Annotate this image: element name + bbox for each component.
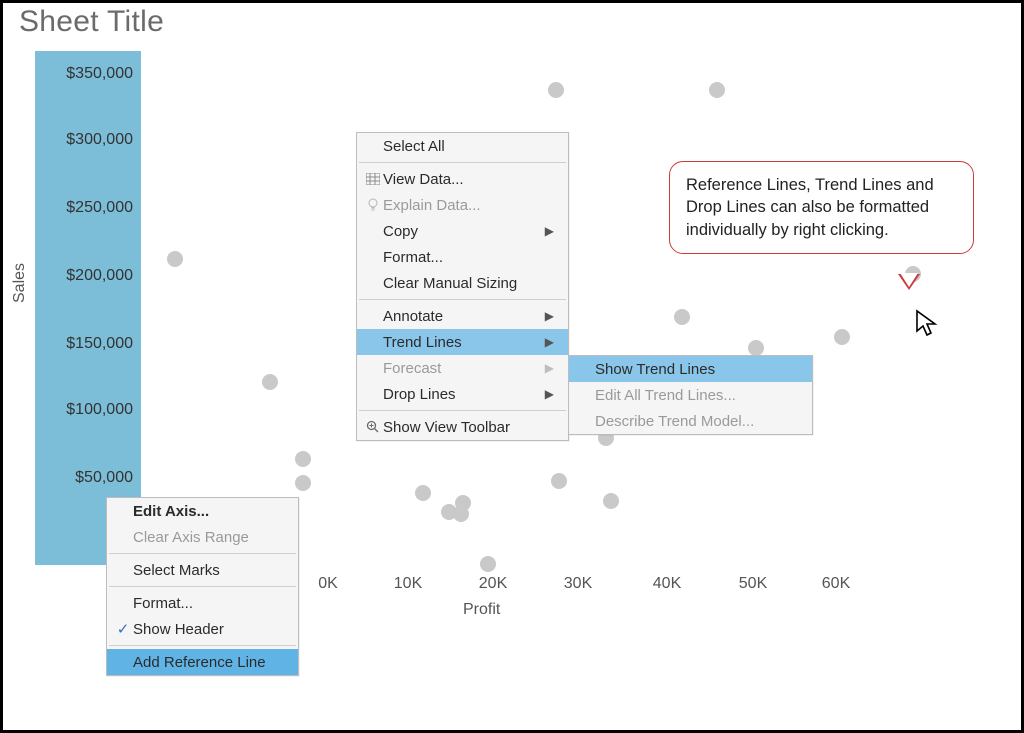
y-axis-label[interactable]: Sales: [11, 263, 29, 303]
magnifier-icon: [363, 420, 383, 434]
y-tick: $50,000: [75, 469, 133, 487]
x-tick: 50K: [739, 575, 767, 593]
menu-item-format[interactable]: Format...: [357, 244, 568, 270]
menu-label: Format...: [383, 249, 554, 266]
menu-label: Show Trend Lines: [595, 361, 798, 378]
menu-item-select-all[interactable]: Select All: [357, 133, 568, 159]
menu-label: Annotate: [383, 308, 545, 325]
data-point[interactable]: [167, 251, 183, 267]
menu-label: Trend Lines: [383, 334, 545, 351]
menu-label: Edit Axis...: [133, 503, 284, 520]
menu-item-select-marks[interactable]: Select Marks: [107, 557, 298, 583]
data-point[interactable]: [262, 374, 278, 390]
table-icon: [363, 173, 383, 185]
x-tick: 30K: [564, 575, 592, 593]
x-axis-label[interactable]: Profit: [463, 601, 500, 619]
menu-label: Explain Data...: [383, 197, 554, 214]
menu-item-show-trend-lines[interactable]: Show Trend Lines: [569, 356, 812, 382]
menu-item-view-data[interactable]: View Data...: [357, 166, 568, 192]
menu-item-trend-lines[interactable]: Trend Lines ▶: [357, 329, 568, 355]
sheet-title[interactable]: Sheet Title: [19, 5, 164, 39]
menu-separator: [359, 299, 566, 300]
menu-label: Select Marks: [133, 562, 284, 579]
x-tick: 0K: [318, 575, 338, 593]
y-tick: $250,000: [66, 199, 133, 217]
submenu-arrow-icon: ▶: [545, 361, 554, 375]
menu-item-explain-data: Explain Data...: [357, 192, 568, 218]
menu-item-drop-lines[interactable]: Drop Lines ▶: [357, 381, 568, 407]
menu-separator: [109, 553, 296, 554]
menu-item-add-reference-line[interactable]: Add Reference Line: [107, 649, 298, 675]
submenu-arrow-icon: ▶: [545, 309, 554, 323]
cursor-icon: [915, 309, 939, 337]
check-icon: ✓: [113, 620, 133, 638]
menu-item-copy[interactable]: Copy ▶: [357, 218, 568, 244]
lightbulb-icon: [363, 198, 383, 212]
y-tick: $150,000: [66, 335, 133, 353]
data-point[interactable]: [709, 82, 725, 98]
x-tick: 10K: [394, 575, 422, 593]
menu-label: Edit All Trend Lines...: [595, 387, 798, 404]
callout-tooltip: Reference Lines, Trend Lines and Drop Li…: [669, 161, 974, 254]
menu-item-format-axis[interactable]: Format...: [107, 590, 298, 616]
menu-item-show-view-toolbar[interactable]: Show View Toolbar: [357, 414, 568, 440]
menu-item-edit-axis[interactable]: Edit Axis...: [107, 498, 298, 524]
data-point[interactable]: [415, 485, 431, 501]
y-tick: $200,000: [66, 267, 133, 285]
menu-label: Show View Toolbar: [383, 419, 554, 436]
x-tick: 60K: [822, 575, 850, 593]
data-point[interactable]: [834, 329, 850, 345]
data-point[interactable]: [295, 475, 311, 491]
y-axis[interactable]: $350,000 $300,000 $250,000 $200,000 $150…: [35, 51, 141, 565]
menu-label: Forecast: [383, 360, 545, 377]
menu-label: View Data...: [383, 171, 554, 188]
trend-lines-submenu: Show Trend Lines Edit All Trend Lines...…: [568, 355, 813, 435]
x-tick: 40K: [653, 575, 681, 593]
menu-label: Drop Lines: [383, 386, 545, 403]
data-point[interactable]: [748, 340, 764, 356]
menu-item-clear-axis-range: Clear Axis Range: [107, 524, 298, 550]
axis-context-menu: Edit Axis... Clear Axis Range Select Mar…: [106, 497, 299, 676]
x-tick: 20K: [479, 575, 507, 593]
data-point[interactable]: [674, 309, 690, 325]
data-point[interactable]: [480, 556, 496, 572]
menu-item-show-header[interactable]: ✓ Show Header: [107, 616, 298, 642]
context-menu: Select All View Data... Explain Data... …: [356, 132, 569, 441]
menu-label: Describe Trend Model...: [595, 413, 798, 430]
menu-separator: [359, 410, 566, 411]
y-tick: $350,000: [66, 65, 133, 83]
menu-label: Clear Manual Sizing: [383, 275, 554, 292]
submenu-arrow-icon: ▶: [545, 387, 554, 401]
menu-label: Format...: [133, 595, 284, 612]
menu-label: Clear Axis Range: [133, 529, 284, 546]
submenu-arrow-icon: ▶: [545, 224, 554, 238]
data-point[interactable]: [548, 82, 564, 98]
menu-label: Copy: [383, 223, 545, 240]
menu-item-clear-manual-sizing[interactable]: Clear Manual Sizing: [357, 270, 568, 296]
menu-separator: [359, 162, 566, 163]
menu-separator: [109, 586, 296, 587]
data-point[interactable]: [603, 493, 619, 509]
data-point[interactable]: [295, 451, 311, 467]
y-tick: $300,000: [66, 131, 133, 149]
y-tick: $100,000: [66, 401, 133, 419]
menu-label: Show Header: [133, 621, 284, 638]
submenu-arrow-icon: ▶: [545, 335, 554, 349]
menu-item-annotate[interactable]: Annotate ▶: [357, 303, 568, 329]
menu-separator: [109, 645, 296, 646]
menu-label: Select All: [383, 138, 554, 155]
menu-item-describe-trend-model: Describe Trend Model...: [569, 408, 812, 434]
data-point[interactable]: [551, 473, 567, 489]
data-point[interactable]: [453, 506, 469, 522]
menu-label: Add Reference Line: [133, 654, 284, 671]
menu-item-edit-all-trend-lines: Edit All Trend Lines...: [569, 382, 812, 408]
menu-item-forecast: Forecast ▶: [357, 355, 568, 381]
